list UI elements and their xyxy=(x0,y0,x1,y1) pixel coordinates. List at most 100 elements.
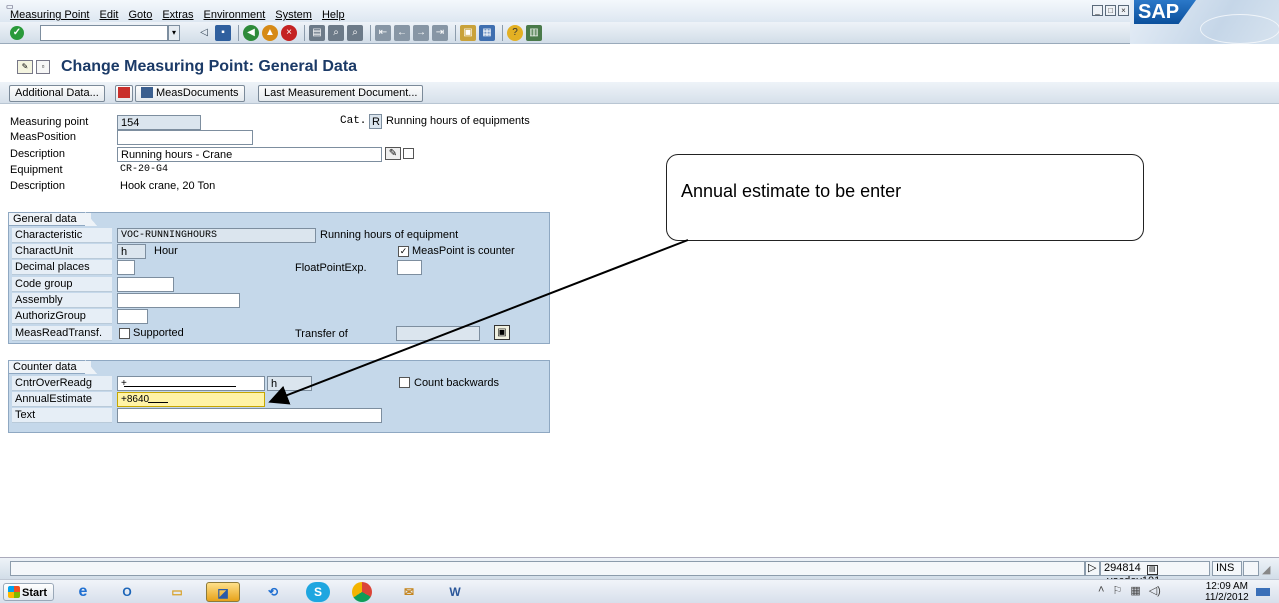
internet-explorer-icon[interactable]: e xyxy=(66,582,100,602)
maximize-icon[interactable]: □ xyxy=(1105,5,1116,16)
additional-data-button[interactable]: Additional Data... xyxy=(9,85,105,102)
save-icon[interactable]: ▪ xyxy=(215,25,231,41)
transfer-of-field xyxy=(396,326,480,341)
sap-logo-text: SAP xyxy=(1138,1,1180,23)
system-tray: ˄ ⚐ ▦ ◁) xyxy=(1098,584,1161,597)
outlook-icon[interactable]: O xyxy=(110,582,144,602)
measuring-point-field xyxy=(117,115,201,130)
cntr-over-readg-label: CntrOverReadg xyxy=(12,376,112,391)
page-title: Change Measuring Point: General Data xyxy=(61,58,358,75)
calendar-icon xyxy=(118,87,130,98)
sap-window: ▭ Measuring Point Edit Goto Extras Envir… xyxy=(0,0,1279,603)
show-desktop-icon[interactable] xyxy=(1256,588,1270,596)
sap-logon-icon[interactable]: ◪ xyxy=(206,582,240,602)
resize-grip-icon[interactable]: ◢ xyxy=(1262,563,1270,576)
chrome-icon[interactable] xyxy=(352,582,372,602)
tray-expand-icon[interactable]: ˄ xyxy=(1098,584,1104,597)
folder-icon[interactable]: ▭ xyxy=(160,582,194,602)
menu-measuring-point[interactable]: Measuring Point xyxy=(10,9,90,21)
layout-icon[interactable]: ▥ xyxy=(526,25,542,41)
equipment-description-label: Description xyxy=(10,180,66,192)
authoriz-group-field[interactable] xyxy=(117,309,148,324)
text-field[interactable] xyxy=(117,408,382,423)
count-backwards-checkbox[interactable] xyxy=(399,377,410,388)
meas-point-counter-checkbox[interactable]: ✓ xyxy=(398,246,409,257)
close-icon[interactable]: × xyxy=(1118,5,1129,16)
start-button[interactable]: Start xyxy=(3,583,55,601)
long-text-checkbox[interactable] xyxy=(403,148,414,159)
new-session-icon[interactable]: ▣ xyxy=(460,25,476,41)
command-dropdown-icon[interactable]: ▾ xyxy=(168,25,180,41)
menu-system[interactable]: System xyxy=(275,9,312,21)
back-icon[interactable]: ◁ xyxy=(196,25,212,41)
clock[interactable]: 12:09 AM 11/2/2012 xyxy=(1205,581,1249,603)
status-arrow-icon[interactable]: ▷ xyxy=(1085,561,1100,576)
network-icon[interactable]: ▦ xyxy=(1130,584,1140,597)
float-point-field[interactable] xyxy=(397,260,422,275)
shortcut-icon[interactable]: ▦ xyxy=(479,25,495,41)
prev-page-icon[interactable]: ← xyxy=(394,25,410,41)
characteristic-field xyxy=(117,228,316,243)
assembly-field[interactable] xyxy=(117,293,240,308)
menu-goto[interactable]: Goto xyxy=(128,9,152,21)
decimal-places-field[interactable] xyxy=(117,260,135,275)
charact-unit-label: CharactUnit xyxy=(12,244,112,259)
find-next-icon[interactable]: ⌕ xyxy=(347,25,363,41)
mail-icon[interactable]: ✉ xyxy=(392,582,426,602)
long-text-icon[interactable]: ✎ xyxy=(385,147,401,160)
other-object-icon[interactable]: ▫ xyxy=(36,60,50,74)
status-bar: ▷ 294814 ▤ vocdev101 INS ◢ xyxy=(0,557,1279,587)
cancel-icon[interactable]: × xyxy=(281,25,297,41)
windows-taskbar: Start e O ▭ ◪ ⟲ S ✉ W ˄ ⚐ ▦ ◁) 12:09 AM … xyxy=(0,579,1279,603)
minimize-icon[interactable]: _ xyxy=(1092,5,1103,16)
sap-gui-icon[interactable]: ⟲ xyxy=(256,582,290,602)
cat-label: Cat. xyxy=(340,115,367,127)
application-toolbar: Additional Data... MeasDocuments Last Me… xyxy=(0,82,1279,104)
menu-extras[interactable]: Extras xyxy=(162,9,193,21)
toolbar-separator xyxy=(455,25,456,41)
session-list-icon[interactable]: ▤ xyxy=(1146,565,1158,575)
supported-checkbox[interactable] xyxy=(119,328,130,339)
menu-items: Measuring Point Edit Goto Extras Environ… xyxy=(10,9,355,21)
menu-help[interactable]: Help xyxy=(322,9,345,21)
volume-icon[interactable]: ◁) xyxy=(1149,584,1161,597)
help-icon[interactable]: ? xyxy=(507,25,523,41)
back-nav-icon[interactable]: ◀ xyxy=(243,25,259,41)
first-page-icon[interactable]: ⇤ xyxy=(375,25,391,41)
start-label: Start xyxy=(22,587,48,599)
last-measurement-button[interactable]: Last Measurement Document... xyxy=(258,85,424,102)
next-page-icon[interactable]: → xyxy=(413,25,429,41)
skype-icon[interactable]: S xyxy=(306,582,330,602)
cntr-unit-field xyxy=(267,376,312,391)
text-label: Text xyxy=(12,408,112,423)
description-field[interactable] xyxy=(117,147,382,162)
meas-documents-button[interactable]: MeasDocuments xyxy=(135,85,245,102)
flag-icon[interactable]: ⚐ xyxy=(1112,584,1122,597)
equipment-description-value: Hook crane, 20 Ton xyxy=(120,180,216,192)
sap-logo: SAP xyxy=(1130,0,1279,44)
cntr-over-readg-field[interactable] xyxy=(117,376,265,391)
print-icon[interactable]: ▤ xyxy=(309,25,325,41)
ok-icon[interactable]: ✓ xyxy=(10,26,24,40)
code-group-field[interactable] xyxy=(117,277,174,292)
charact-unit-text: Hour xyxy=(154,245,178,257)
annotation-callout: Annual estimate to be enter xyxy=(666,154,1144,241)
menu-environment[interactable]: Environment xyxy=(204,9,266,21)
toolbar-icons: ◁ ▪ ◀ ▲ × ▤ ⌕ ⌕ ⇤ ← → ⇥ ▣ ▦ ? ▥ xyxy=(196,25,545,41)
transfer-select-icon[interactable]: ▣ xyxy=(494,325,510,340)
command-field[interactable] xyxy=(40,25,168,41)
display-change-icon[interactable]: ✎ xyxy=(17,60,33,74)
cat-field xyxy=(369,114,382,129)
assembly-label: Assembly xyxy=(12,293,112,308)
meas-read-transf-label: MeasReadTransf. xyxy=(12,326,112,341)
annual-estimate-field[interactable] xyxy=(117,392,265,407)
meas-position-field[interactable] xyxy=(117,130,253,145)
last-page-icon[interactable]: ⇥ xyxy=(432,25,448,41)
windows-logo-icon xyxy=(8,586,20,598)
exit-icon[interactable]: ▲ xyxy=(262,25,278,41)
word-icon[interactable]: W xyxy=(438,582,472,602)
window-controls: _ □ × xyxy=(1092,5,1129,16)
menu-edit[interactable]: Edit xyxy=(100,9,119,21)
find-icon[interactable]: ⌕ xyxy=(328,25,344,41)
meas-calendar-button[interactable] xyxy=(115,85,133,102)
